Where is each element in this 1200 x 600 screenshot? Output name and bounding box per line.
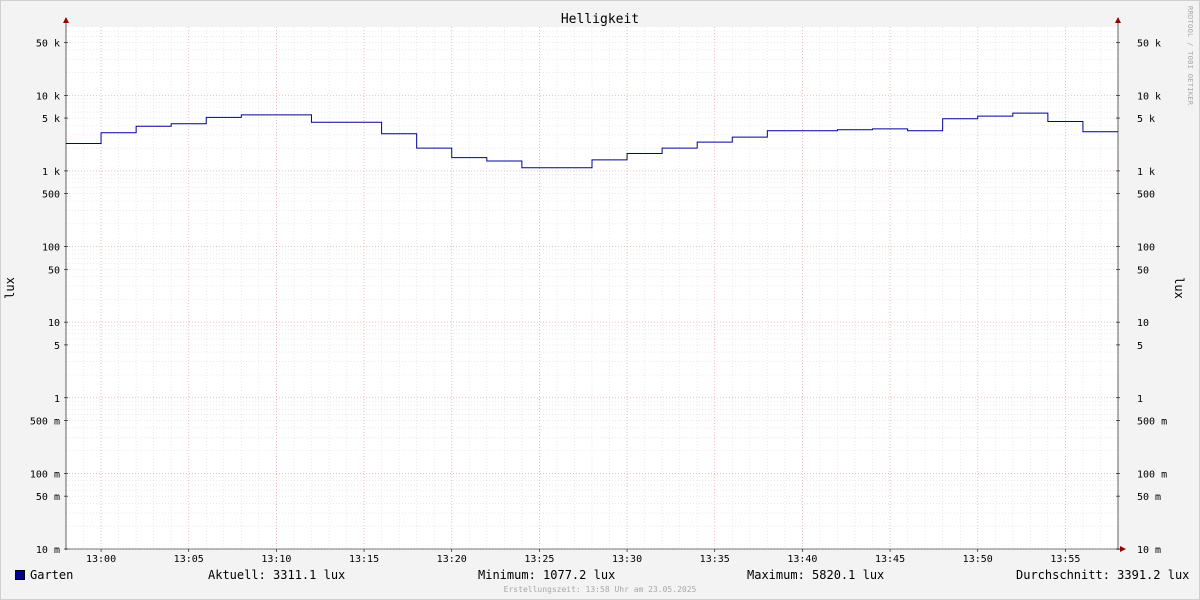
y-tick-label-left: 50 m	[36, 492, 60, 503]
y-tick-label-left: 100	[42, 243, 60, 254]
data-step	[978, 114, 1013, 118]
data-step	[837, 128, 872, 132]
y-tick-label-right: 1 k	[1137, 167, 1155, 178]
rrdtool-watermark: RRDTOOL / TOBI OETIKER	[1186, 6, 1194, 106]
data-step	[908, 129, 943, 133]
y-tick-label-left: 10 k	[36, 91, 60, 102]
x-tick-label: 13:05	[174, 554, 204, 565]
data-step	[1013, 111, 1048, 115]
y-tick-label-left: 50	[48, 265, 60, 276]
y-tick-label-left: 100 m	[30, 469, 60, 480]
creation-timestamp: Erstellungszeit: 13:58 Uhr am 23.05.2025	[503, 585, 697, 594]
y-tick-label-right: 5	[1137, 341, 1143, 352]
x-tick-label: 13:55	[1050, 554, 1080, 565]
data-step	[802, 129, 837, 133]
data-step	[1083, 130, 1118, 134]
data-step	[382, 132, 417, 136]
x-tick-label: 13:00	[86, 554, 116, 565]
legend-row: Garten Aktuell: 3311.1 lux Minimum: 1077…	[0, 568, 1200, 584]
x-tick-label: 13:20	[437, 554, 467, 565]
chart-title: Helligkeit	[561, 12, 639, 27]
x-tick-label: 13:40	[787, 554, 817, 565]
y-tick-label-left: 1 k	[42, 167, 60, 178]
x-tick-label: 13:45	[875, 554, 905, 565]
y-axis-right-arrow	[1115, 17, 1121, 23]
data-step	[347, 120, 382, 124]
y-tick-label-left: 5	[54, 341, 60, 352]
data-step	[627, 151, 662, 155]
data-step	[452, 156, 487, 160]
y-tick-label-right: 10 k	[1137, 91, 1161, 102]
y-axis-label-left: lux	[3, 277, 17, 299]
legend-minimum-value: Minimum: 1077.2 lux	[478, 568, 616, 582]
y-tick-label-right: 10	[1137, 318, 1149, 329]
y-tick-label-right: 50	[1137, 265, 1149, 276]
data-step	[522, 166, 557, 170]
data-step	[311, 120, 346, 124]
legend-current-value: Aktuell: 3311.1 lux	[208, 568, 346, 582]
legend-maximum-value: Maximum: 5820.1 lux	[747, 568, 885, 582]
x-tick-label: 13:50	[963, 554, 993, 565]
y-tick-label-left: 500	[42, 190, 60, 201]
data-step	[206, 115, 241, 119]
x-tick-label: 13:30	[612, 554, 642, 565]
y-tick-label-left: 1	[54, 394, 60, 405]
y-axis-left-arrow	[63, 17, 69, 23]
y-tick-label-right: 50 m	[1137, 492, 1161, 503]
y-tick-label-right: 100 m	[1137, 469, 1167, 480]
x-tick-label: 13:10	[261, 554, 291, 565]
y-tick-label-right: 50 k	[1137, 38, 1161, 49]
y-tick-label-right: 500 m	[1137, 417, 1167, 428]
legend-series-name: Garten	[30, 568, 74, 582]
y-tick-label-left: 500 m	[30, 417, 60, 428]
y-tick-label-right: 10 m	[1137, 545, 1161, 556]
data-step	[66, 142, 101, 146]
y-tick-label-right: 100	[1137, 243, 1155, 254]
data-step	[697, 140, 732, 144]
y-tick-label-left: 50 k	[36, 38, 60, 49]
data-step	[487, 159, 522, 163]
data-step	[873, 127, 908, 131]
y-tick-label-right: 500	[1137, 190, 1155, 201]
data-step	[171, 122, 206, 126]
brightness-chart: 13:00 13:05 13:10 13:15 13:20 13:25 13:30 13:35…	[3, 6, 1194, 565]
y-tick-label-left: 10 m	[36, 545, 60, 556]
data-step	[241, 113, 276, 117]
x-tick-label: 13:35	[700, 554, 730, 565]
x-tick-label: 13:15	[349, 554, 379, 565]
data-step	[1048, 120, 1083, 124]
legend-average-value: Durchschnitt: 3391.2 lux	[1016, 568, 1190, 582]
y-axis-label-right: lux	[1172, 277, 1186, 299]
y-tick-label-left: 5 k	[42, 114, 60, 125]
x-axis-arrow	[1120, 546, 1126, 552]
data-step	[417, 146, 452, 150]
y-tick-label-left: 10	[48, 318, 60, 329]
data-step	[662, 146, 697, 150]
data-step	[767, 129, 802, 133]
y-tick-label-right: 5 k	[1137, 114, 1155, 125]
data-step	[943, 117, 978, 121]
data-step	[136, 124, 171, 128]
y-tick-label-right: 1	[1137, 394, 1143, 405]
data-step	[101, 131, 136, 135]
data-step	[557, 166, 592, 170]
data-step	[276, 113, 311, 117]
x-tick-label: 13:25	[524, 554, 554, 565]
data-step	[592, 158, 627, 162]
data-step	[732, 135, 767, 139]
